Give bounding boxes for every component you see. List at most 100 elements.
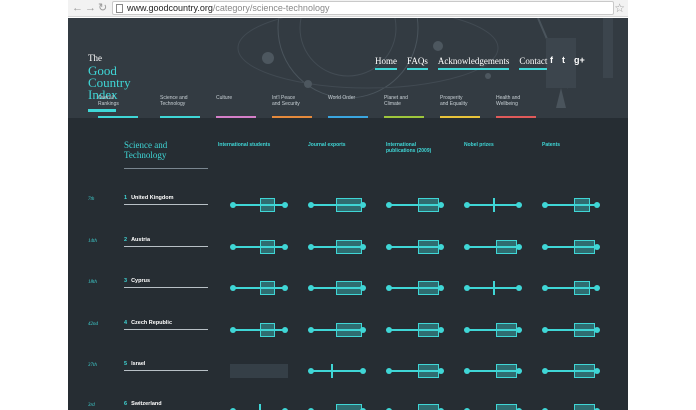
slider-min-handle[interactable]: [386, 285, 392, 291]
slider-min-handle[interactable]: [230, 202, 236, 208]
slider-max-handle[interactable]: [594, 285, 600, 291]
slider-min-handle[interactable]: [386, 202, 392, 208]
indicator-slider[interactable]: [542, 240, 600, 254]
slider-min-handle[interactable]: [386, 327, 392, 333]
slider-max-handle[interactable]: [516, 202, 522, 208]
indicator-slider[interactable]: [464, 323, 522, 337]
indicator-slider[interactable]: [308, 198, 366, 212]
indicator-slider[interactable]: [386, 323, 444, 337]
slider-max-handle[interactable]: [594, 202, 600, 208]
column-header[interactable]: International students: [218, 142, 270, 148]
table-row[interactable]: 3rd 6 Switzerland: [68, 399, 628, 410]
slider-min-handle[interactable]: [542, 285, 548, 291]
category-tab[interactable]: Overall Rankings: [98, 95, 140, 118]
indicator-slider[interactable]: [386, 240, 444, 254]
indicator-slider[interactable]: [308, 364, 366, 378]
indicator-slider[interactable]: [230, 198, 288, 212]
country-name[interactable]: 4 Czech Republic: [124, 318, 208, 330]
slider-min-handle[interactable]: [464, 244, 470, 250]
table-row[interactable]: 14th 2 Austria: [68, 235, 628, 265]
column-header[interactable]: Nobel prizes: [464, 142, 494, 148]
slider-min-handle[interactable]: [230, 327, 236, 333]
nav-home[interactable]: Home: [375, 56, 397, 70]
nav-acknowledgements[interactable]: Acknowledgements: [437, 56, 510, 70]
indicator-slider[interactable]: [386, 281, 444, 295]
slider-min-handle[interactable]: [308, 244, 314, 250]
slider-max-handle[interactable]: [282, 285, 288, 291]
slider-min-handle[interactable]: [230, 244, 236, 250]
rank-label: 7th: [88, 197, 95, 202]
slider-min-handle[interactable]: [308, 327, 314, 333]
indicator-slider[interactable]: [386, 364, 444, 378]
slider-min-handle[interactable]: [542, 368, 548, 374]
table-row[interactable]: 18th 3 Cyprus: [68, 276, 628, 306]
category-tab[interactable]: Science and Technology: [160, 95, 202, 118]
slider-min-handle[interactable]: [464, 368, 470, 374]
column-header[interactable]: Journal exports: [308, 142, 346, 148]
slider-min-handle[interactable]: [386, 244, 392, 250]
slider-min-handle[interactable]: [464, 285, 470, 291]
country-label: Cyprus: [131, 278, 151, 284]
slider-max-handle[interactable]: [282, 244, 288, 250]
category-tab[interactable]: Culture: [216, 95, 258, 118]
category-tab[interactable]: Health and Wellbeing: [496, 95, 538, 118]
category-tab[interactable]: World Order: [328, 95, 370, 118]
column-header[interactable]: International publications (2009): [386, 142, 431, 154]
reload-icon[interactable]: ↻: [98, 1, 107, 16]
slider-max-handle[interactable]: [360, 368, 366, 374]
indicator-slider[interactable]: [230, 240, 288, 254]
slider-min-handle[interactable]: [464, 202, 470, 208]
slider-min-handle[interactable]: [542, 327, 548, 333]
country-name[interactable]: 2 Austria: [124, 235, 208, 247]
indicator-slider[interactable]: [464, 281, 522, 295]
indicator-slider[interactable]: [464, 240, 522, 254]
nav-contact[interactable]: Contact: [519, 56, 548, 70]
back-arrow-icon[interactable]: ←: [72, 1, 83, 16]
nav-faqs[interactable]: FAQs: [407, 56, 428, 70]
twitter-icon[interactable]: t: [562, 55, 565, 65]
table-row[interactable]: 7th 1 United Kingdom: [68, 193, 628, 223]
slider-min-handle[interactable]: [542, 244, 548, 250]
category-tab[interactable]: Prosperity and Equality: [440, 95, 482, 118]
value-range-box: [418, 323, 439, 337]
indicator-slider[interactable]: [542, 281, 600, 295]
slider-min-handle[interactable]: [308, 285, 314, 291]
indicator-slider[interactable]: [308, 323, 366, 337]
indicator-slider[interactable]: [542, 198, 600, 212]
slider-max-handle[interactable]: [282, 327, 288, 333]
slider-min-handle[interactable]: [230, 285, 236, 291]
country-name[interactable]: 6 Switzerland: [124, 399, 208, 410]
category-tab[interactable]: Int'l Peace and Security: [272, 95, 314, 118]
indicator-slider[interactable]: [308, 281, 366, 295]
category-tab[interactable]: Planet and Climate: [384, 95, 426, 118]
slider-min-handle[interactable]: [308, 368, 314, 374]
indicator-slider[interactable]: [542, 364, 600, 378]
indicator-slider[interactable]: [230, 364, 288, 378]
indicator-slider[interactable]: [464, 364, 522, 378]
indicator-slider[interactable]: [386, 198, 444, 212]
category-label-line2: and Equality: [440, 101, 468, 107]
indicator-slider[interactable]: [542, 323, 600, 337]
google-plus-icon[interactable]: g+: [574, 55, 585, 65]
table-row[interactable]: 37th 5 Israel: [68, 359, 628, 389]
slider-max-handle[interactable]: [282, 202, 288, 208]
slider-min-handle[interactable]: [386, 368, 392, 374]
indicator-slider[interactable]: [308, 240, 366, 254]
address-bar[interactable]: www.goodcountry.org/category/science-tec…: [112, 1, 625, 15]
category-label-line1: World Order: [328, 95, 356, 101]
slider-min-handle[interactable]: [464, 327, 470, 333]
country-name[interactable]: 1 United Kingdom: [124, 193, 208, 205]
indicator-slider[interactable]: [230, 323, 288, 337]
star-icon[interactable]: ☆: [614, 2, 625, 14]
country-name[interactable]: 5 Israel: [124, 359, 208, 371]
forward-arrow-icon[interactable]: →: [85, 1, 96, 16]
column-header[interactable]: Patents: [542, 142, 560, 148]
facebook-icon[interactable]: f: [550, 55, 553, 65]
slider-min-handle[interactable]: [542, 202, 548, 208]
slider-max-handle[interactable]: [516, 285, 522, 291]
table-row[interactable]: 42nd 4 Czech Republic: [68, 318, 628, 348]
indicator-slider[interactable]: [230, 281, 288, 295]
slider-min-handle[interactable]: [308, 202, 314, 208]
country-name[interactable]: 3 Cyprus: [124, 276, 208, 288]
indicator-slider[interactable]: [464, 198, 522, 212]
